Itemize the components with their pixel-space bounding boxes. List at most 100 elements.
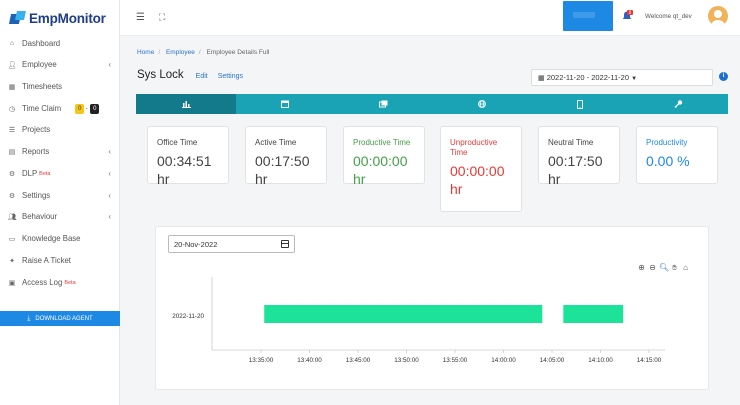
sidebar-item-behaviour[interactable]: 👥︎ Behaviour ‹ — [0, 206, 120, 228]
chevron-left-icon: ‹ — [108, 191, 111, 200]
calendar-icon: ▦ — [538, 75, 545, 82]
menu-toggle-icon[interactable]: ☰ — [136, 12, 145, 23]
timeline-bar[interactable] — [264, 305, 543, 323]
sidebar-item-dlp[interactable]: ⚙ DLP Beta ‹ — [0, 163, 120, 185]
sidebar-item-knowledge-base[interactable]: ▭ Knowledge Base — [0, 228, 120, 250]
badge-separator: · — [85, 104, 89, 114]
timeline-tick-label: 14:05:00 — [540, 357, 565, 364]
home-icon: ⌂ — [9, 40, 15, 48]
timeline-tick-label: 13:35:00 — [249, 357, 274, 364]
sidebar-item-label: Reports — [22, 147, 50, 157]
card-unit: hr — [450, 181, 463, 197]
card-value: 0.00 % — [646, 153, 690, 169]
info-icon[interactable]: i — [719, 72, 728, 81]
mobile-icon — [577, 99, 584, 109]
timeline-tick-label: 13:40:00 — [297, 357, 322, 364]
chevron-left-icon: ‹ — [108, 169, 111, 178]
time-claim-badge: 0 — [75, 103, 85, 114]
chart-toolbar: ⊕ ⊖ 🔍︎ ✋︎ ⌂ — [637, 263, 690, 273]
timeline-tick-label: 14:10:00 — [588, 357, 613, 364]
book-icon: ▭ — [8, 235, 16, 243]
logo[interactable]: EmpMonitor — [0, 0, 119, 36]
sidebar-item-label: Timesheets — [22, 82, 63, 92]
beta-badge: Beta — [64, 279, 76, 286]
user-icon: 👤︎ — [7, 61, 17, 69]
timeline-tick-label: 14:15:00 — [637, 357, 662, 364]
sidebar-item-access-log[interactable]: ▣ Access Log Beta — [0, 272, 120, 294]
fullscreen-icon[interactable]: ⛶ — [159, 12, 165, 23]
sidebar-item-label: Settings — [22, 191, 51, 201]
zoom-in-icon[interactable]: ⊕ — [637, 263, 646, 273]
edit-link[interactable]: Edit — [196, 73, 208, 80]
zoom-out-icon[interactable]: ⊖ — [648, 263, 657, 273]
sidebar-item-settings[interactable]: ⚙ Settings ‹ — [0, 185, 120, 207]
sidebar-item-dashboard[interactable]: ⌂ Dashboard — [0, 33, 120, 55]
logo-mark-icon — [8, 11, 26, 25]
sidebar: EmpMonitor ⌂ Dashboard 👤︎ Employee ‹ ▦ Timeshe… — [0, 0, 120, 405]
screens-icon — [379, 100, 388, 108]
timeline-date-value: 20-Nov-2022 — [174, 240, 218, 249]
card-value: 00:34:51 — [157, 153, 212, 169]
calendar-icon[interactable] — [281, 240, 289, 248]
timeline-row-label: 2022-11-20 — [172, 313, 204, 320]
tab-calendar[interactable] — [236, 94, 334, 114]
neutral-time-card: Neutral Time 00:17:50 hr — [538, 126, 620, 187]
productivity-card: Productivity 0.00 % — [636, 126, 718, 184]
card-unit: hr — [157, 171, 170, 187]
tab-web[interactable] — [433, 94, 531, 114]
chevron-left-icon: ‹ — [108, 212, 111, 221]
office-time-card: Office Time 00:34:51 hr — [147, 126, 229, 187]
download-agent-button[interactable]: ⤓ DOWNLOAD AGENT — [0, 311, 120, 326]
timeline-date-input[interactable]: 20-Nov-2022 — [168, 235, 295, 253]
card-label: Productivity — [646, 138, 688, 147]
time-claim-badge: 0 — [90, 103, 100, 114]
gear-icon: ⚙ — [8, 170, 16, 178]
chevron-left-icon: ‹ — [108, 147, 111, 156]
sidebar-item-employee[interactable]: 👤︎ Employee ‹ — [0, 54, 120, 76]
sidebar-item-reports[interactable]: ▤ Reports ‹ — [0, 141, 120, 163]
calendar-icon — [281, 100, 290, 108]
timeline-tick-label: 13:55:00 — [443, 357, 468, 364]
zoom-selection-icon[interactable]: 🔍︎ — [659, 263, 669, 273]
clock-icon: ◷ — [8, 105, 16, 113]
card-value: 00:17:50 — [255, 153, 310, 169]
pan-icon[interactable]: ✋︎ — [670, 263, 679, 273]
sidebar-item-label: Raise A Ticket — [22, 256, 71, 266]
sidebar-item-projects[interactable]: ☰ Projects — [0, 119, 120, 141]
card-label: Active Time — [255, 138, 297, 147]
card-label: Unproductive Time — [450, 138, 498, 157]
sidebar-item-time-claim[interactable]: ◷ Time Claim 0 · 0 — [0, 98, 120, 120]
tab-screens[interactable] — [334, 94, 432, 114]
tab-mobile[interactable] — [531, 94, 629, 114]
sidebar-item-label: Knowledge Base — [22, 234, 81, 244]
timeline-bar[interactable] — [563, 305, 624, 323]
tab-bar — [136, 94, 728, 114]
breadcrumb-home[interactable]: Home — [137, 49, 154, 56]
beta-badge: Beta — [39, 170, 51, 177]
ticket-icon: ✦ — [9, 257, 15, 265]
timeline-tick-label: 13:45:00 — [346, 357, 371, 364]
log-icon: ▣ — [8, 279, 16, 287]
tab-key[interactable] — [630, 94, 728, 114]
key-icon — [674, 100, 683, 108]
breadcrumb: Home / Employee / Employee Details Full — [137, 49, 270, 56]
productive-time-card: Productive Time 00:00:00 hr — [343, 126, 425, 187]
sidebar-item-label: Dashboard — [22, 39, 61, 49]
sidebar-item-raise-a-ticket[interactable]: ✦ Raise A Ticket — [0, 250, 120, 272]
sidebar-item-label: Time Claim — [22, 104, 62, 114]
settings-link[interactable]: Settings — [218, 73, 243, 80]
reset-home-icon[interactable]: ⌂ — [681, 263, 690, 273]
date-range-picker[interactable]: ▦ 2022-11-20 - 2022-11-20 ▼ — [531, 69, 713, 86]
avatar[interactable] — [708, 6, 728, 26]
card-unit: hr — [353, 171, 366, 187]
sidebar-item-label: Employee — [22, 60, 57, 70]
sidebar-item-timesheets[interactable]: ▦ Timesheets — [0, 76, 120, 98]
breadcrumb-employee[interactable]: Employee — [166, 49, 195, 56]
top-action-button[interactable] — [563, 1, 613, 31]
notification-icon[interactable]: 0 — [621, 10, 633, 22]
tab-chart[interactable] — [136, 94, 236, 114]
timeline-tick-label: 13:50:00 — [394, 357, 419, 364]
globe-icon — [478, 100, 486, 108]
timeline-chart: 2022-11-20 13:35:00 13:40:00 13:45:00 13:50… — [172, 277, 665, 364]
card-label: Office Time — [157, 138, 198, 147]
